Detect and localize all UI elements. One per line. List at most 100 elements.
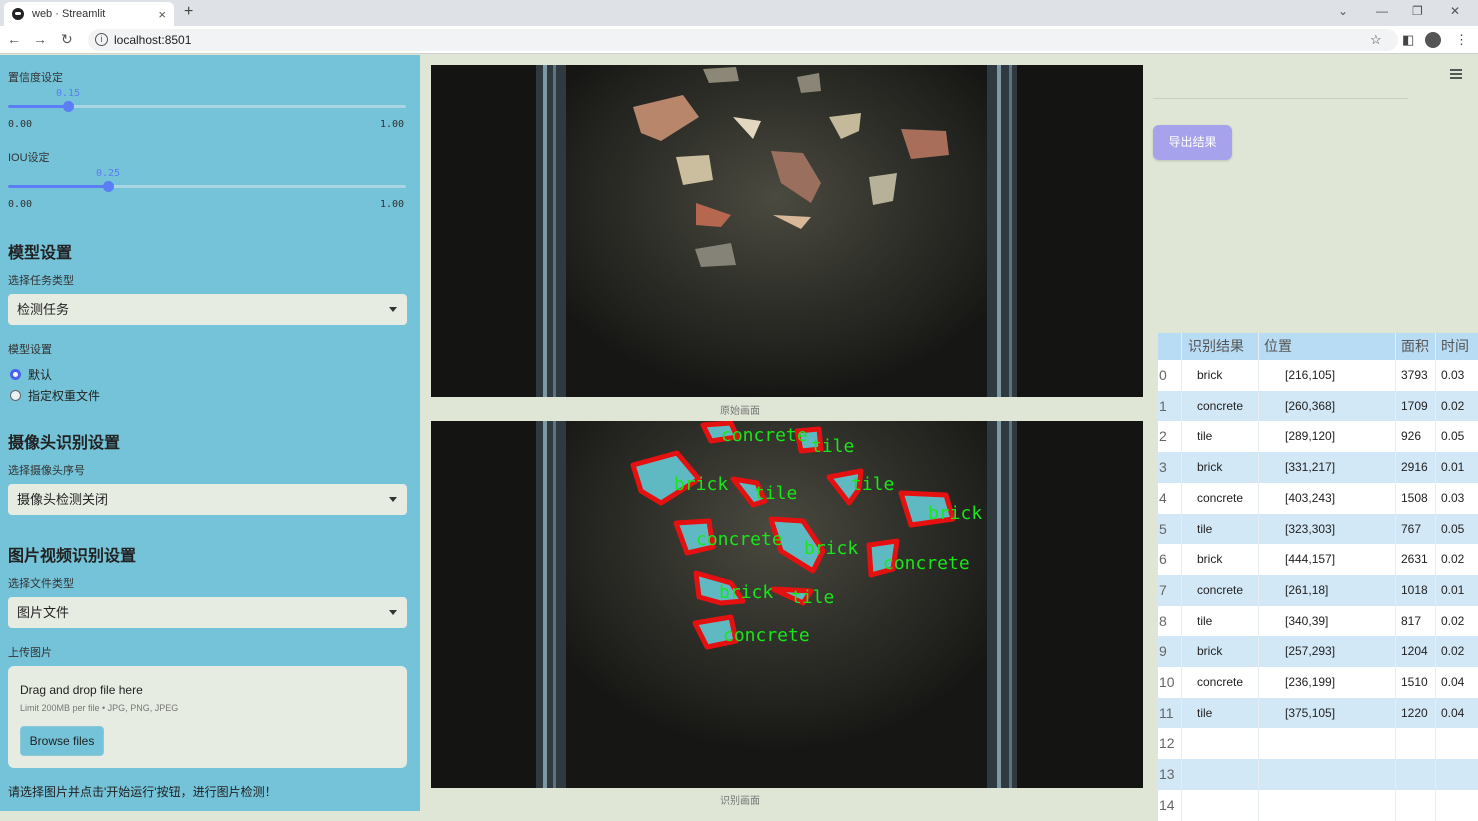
confidence-value: 0.15	[56, 88, 81, 99]
table-row[interactable]: 14	[1158, 789, 1478, 821]
table-row[interactable]: 11 tile [375,105] 1220 0.04	[1158, 697, 1478, 729]
table-cell: [331,217]	[1259, 452, 1396, 484]
back-icon[interactable]: ←	[7, 31, 21, 47]
export-results-button[interactable]: 导出结果	[1153, 125, 1232, 160]
table-row[interactable]: 8 tile [340,39] 817 0.02	[1158, 605, 1478, 637]
reload-icon[interactable]: ↻	[61, 31, 73, 48]
detection-label: tile	[811, 436, 854, 457]
table-row[interactable]: 9 brick [257,293] 1204 0.02	[1158, 636, 1478, 668]
table-cell: brick	[1182, 452, 1259, 484]
table-row[interactable]: 3 brick [331,217] 2916 0.01	[1158, 452, 1478, 484]
table-cell	[1436, 728, 1478, 759]
result-image: concrete tile brick tile tile brick concrete br…	[431, 421, 1143, 788]
table-row[interactable]: 4 concrete [403,243] 1508 0.03	[1158, 482, 1478, 514]
table-cell: 926	[1396, 421, 1436, 453]
confidence-slider-thumb[interactable]	[63, 101, 74, 112]
table-cell: [261,18]	[1259, 574, 1396, 606]
table-cell: 0.04	[1441, 675, 1465, 689]
file-type-select[interactable]: 图片文件	[8, 597, 407, 628]
dropzone-limit: Limit 200MB per file • JPG, PNG, JPEG	[20, 703, 179, 713]
confidence-slider[interactable]	[8, 101, 406, 112]
task-type-select[interactable]: 检测任务	[8, 294, 407, 325]
detection-label: concrete	[883, 553, 970, 574]
column-header[interactable]	[1158, 333, 1182, 360]
browse-files-button[interactable]: Browse files	[20, 726, 104, 756]
file-dropzone[interactable]: Drag and drop file here Limit 200MB per …	[8, 666, 407, 768]
iou-slider-thumb[interactable]	[103, 181, 114, 192]
radio-custom-weights-label: 指定权重文件	[28, 389, 101, 403]
table-row[interactable]: 0 brick [216,105] 3793 0.03	[1158, 360, 1478, 391]
url-text: localhost:8501	[114, 33, 192, 47]
star-icon[interactable]: ☆	[1370, 32, 1382, 48]
browser-tab[interactable]: web · Streamlit ×	[4, 2, 174, 26]
restore-icon[interactable]: ❐	[1412, 4, 1423, 18]
table-row[interactable]: 2 tile [289,120] 926 0.05	[1158, 421, 1478, 453]
menu-dots-icon[interactable]: ⋮	[1455, 32, 1468, 48]
dropzone-text: Drag and drop file here	[20, 683, 143, 697]
table-cell	[1396, 728, 1436, 760]
detection-label: brick	[804, 538, 858, 559]
table-row[interactable]: 5 tile [323,303] 767 0.05	[1158, 513, 1478, 545]
confidence-max: 1.00	[380, 119, 405, 130]
table-cell: brick	[1182, 360, 1259, 391]
close-tab-icon[interactable]: ×	[158, 7, 166, 22]
browser-tabbar: web · Streamlit × + ⌄ — ❐ ✕	[0, 0, 1478, 26]
table-row[interactable]: 10 concrete [236,199] 1510 0.04	[1158, 667, 1478, 698]
table-row[interactable]: 12	[1158, 728, 1478, 760]
table-row[interactable]: 7 concrete [261,18] 1018 0.01	[1158, 574, 1478, 606]
table-cell: 0.03	[1441, 490, 1465, 505]
table-cell: [444,157]	[1259, 544, 1396, 576]
table-cell: [257,293]	[1259, 636, 1396, 668]
upload-label: 上传图片	[8, 647, 52, 659]
row-index: 6	[1158, 544, 1182, 576]
column-header[interactable]: 位置	[1259, 333, 1396, 360]
new-tab-icon[interactable]: +	[184, 3, 193, 21]
table-cell: [403,243]	[1259, 482, 1396, 514]
forward-icon[interactable]: →	[33, 31, 47, 47]
table-cell	[1182, 728, 1259, 760]
minimize-icon[interactable]: —	[1376, 4, 1388, 18]
row-index: 1	[1158, 390, 1182, 422]
table-cell: 0.05	[1441, 521, 1465, 536]
confidence-label: 置信度设定	[8, 72, 63, 84]
row-index: 2	[1158, 421, 1182, 453]
caret-down-icon	[389, 307, 397, 312]
table-cell	[1396, 789, 1436, 821]
row-index: 5	[1158, 513, 1182, 545]
table-row[interactable]: 6 brick [444,157] 2631 0.02	[1158, 544, 1478, 576]
table-cell: 1204	[1396, 636, 1436, 668]
main-area: 原始画面 concrete tile brick tile tile brick…	[420, 55, 1478, 821]
chevron-down-icon[interactable]: ⌄	[1338, 4, 1348, 18]
close-window-icon[interactable]: ✕	[1450, 4, 1460, 18]
column-header[interactable]: 识别结果	[1182, 333, 1259, 360]
sidepanel-icon[interactable]: ◧	[1402, 32, 1414, 48]
row-index: 12	[1158, 728, 1182, 760]
instruction-note: 请选择图片并点击'开始运行'按钮，进行图片检测！	[8, 785, 277, 799]
camera-index-select[interactable]: 摄像头检测关闭	[8, 484, 407, 515]
profile-avatar[interactable]	[1425, 32, 1441, 48]
row-index: 8	[1158, 605, 1182, 637]
radio-custom-weights[interactable]: 指定权重文件	[10, 387, 100, 404]
column-header[interactable]: 时间	[1436, 333, 1478, 360]
table-row[interactable]: 13	[1158, 759, 1478, 791]
iou-slider[interactable]	[8, 181, 406, 192]
detection-label: brick	[928, 503, 982, 524]
table-cell	[1436, 759, 1478, 790]
task-type-value: 检测任务	[17, 302, 70, 317]
radio-default[interactable]: 默认	[10, 366, 52, 383]
result-scene: concretetilebrick tile tilebrickconcrete br…	[431, 421, 1143, 788]
table-cell: [236,199]	[1259, 667, 1396, 698]
table-cell	[1259, 789, 1396, 821]
hamburger-menu-icon[interactable]	[1450, 69, 1462, 81]
original-image	[431, 65, 1143, 397]
table-cell: 1508	[1396, 482, 1436, 514]
info-icon[interactable]: i	[95, 33, 108, 46]
table-cell: 0.05	[1441, 429, 1465, 444]
url-field[interactable]: i localhost:8501	[88, 29, 1398, 51]
table-cell: 0.02	[1441, 613, 1465, 628]
camera-index-value: 摄像头检测关闭	[17, 492, 109, 507]
column-header[interactable]: 面积	[1396, 333, 1436, 360]
streamlit-favicon-icon	[12, 8, 24, 20]
table-row[interactable]: 1 concrete [260,368] 1709 0.02	[1158, 390, 1478, 422]
row-index: 3	[1158, 452, 1182, 484]
